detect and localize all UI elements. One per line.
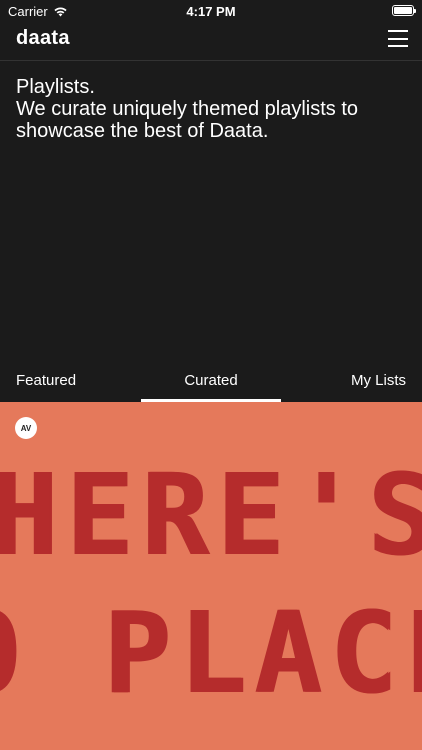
nav-bar: daata (0, 22, 422, 61)
artwork-text-line-1: HERE'S (0, 451, 422, 581)
battery-icon (392, 5, 416, 16)
intro-title: Playlists. (16, 76, 95, 98)
tab-curated[interactable]: Curated (141, 372, 281, 389)
playlist-card[interactable]: AV HERE'S O PLACE (0, 402, 422, 750)
intro-text: Playlists. We curate uniquely themed pla… (16, 76, 406, 142)
hamburger-menu-icon[interactable] (388, 30, 408, 47)
tab-my-lists[interactable]: My Lists (351, 372, 406, 389)
av-badge: AV (15, 417, 37, 439)
tab-featured[interactable]: Featured (16, 372, 76, 389)
intro-description: We curate uniquely themed playlists to s… (16, 98, 359, 142)
app-logo[interactable]: daata (16, 27, 70, 50)
status-bar: Carrier 4:17 PM (0, 0, 422, 22)
tab-bar: Featured Curated My Lists (0, 362, 422, 403)
clock: 4:17 PM (186, 4, 236, 19)
artwork-text-line-2: O PLACE (0, 589, 422, 719)
